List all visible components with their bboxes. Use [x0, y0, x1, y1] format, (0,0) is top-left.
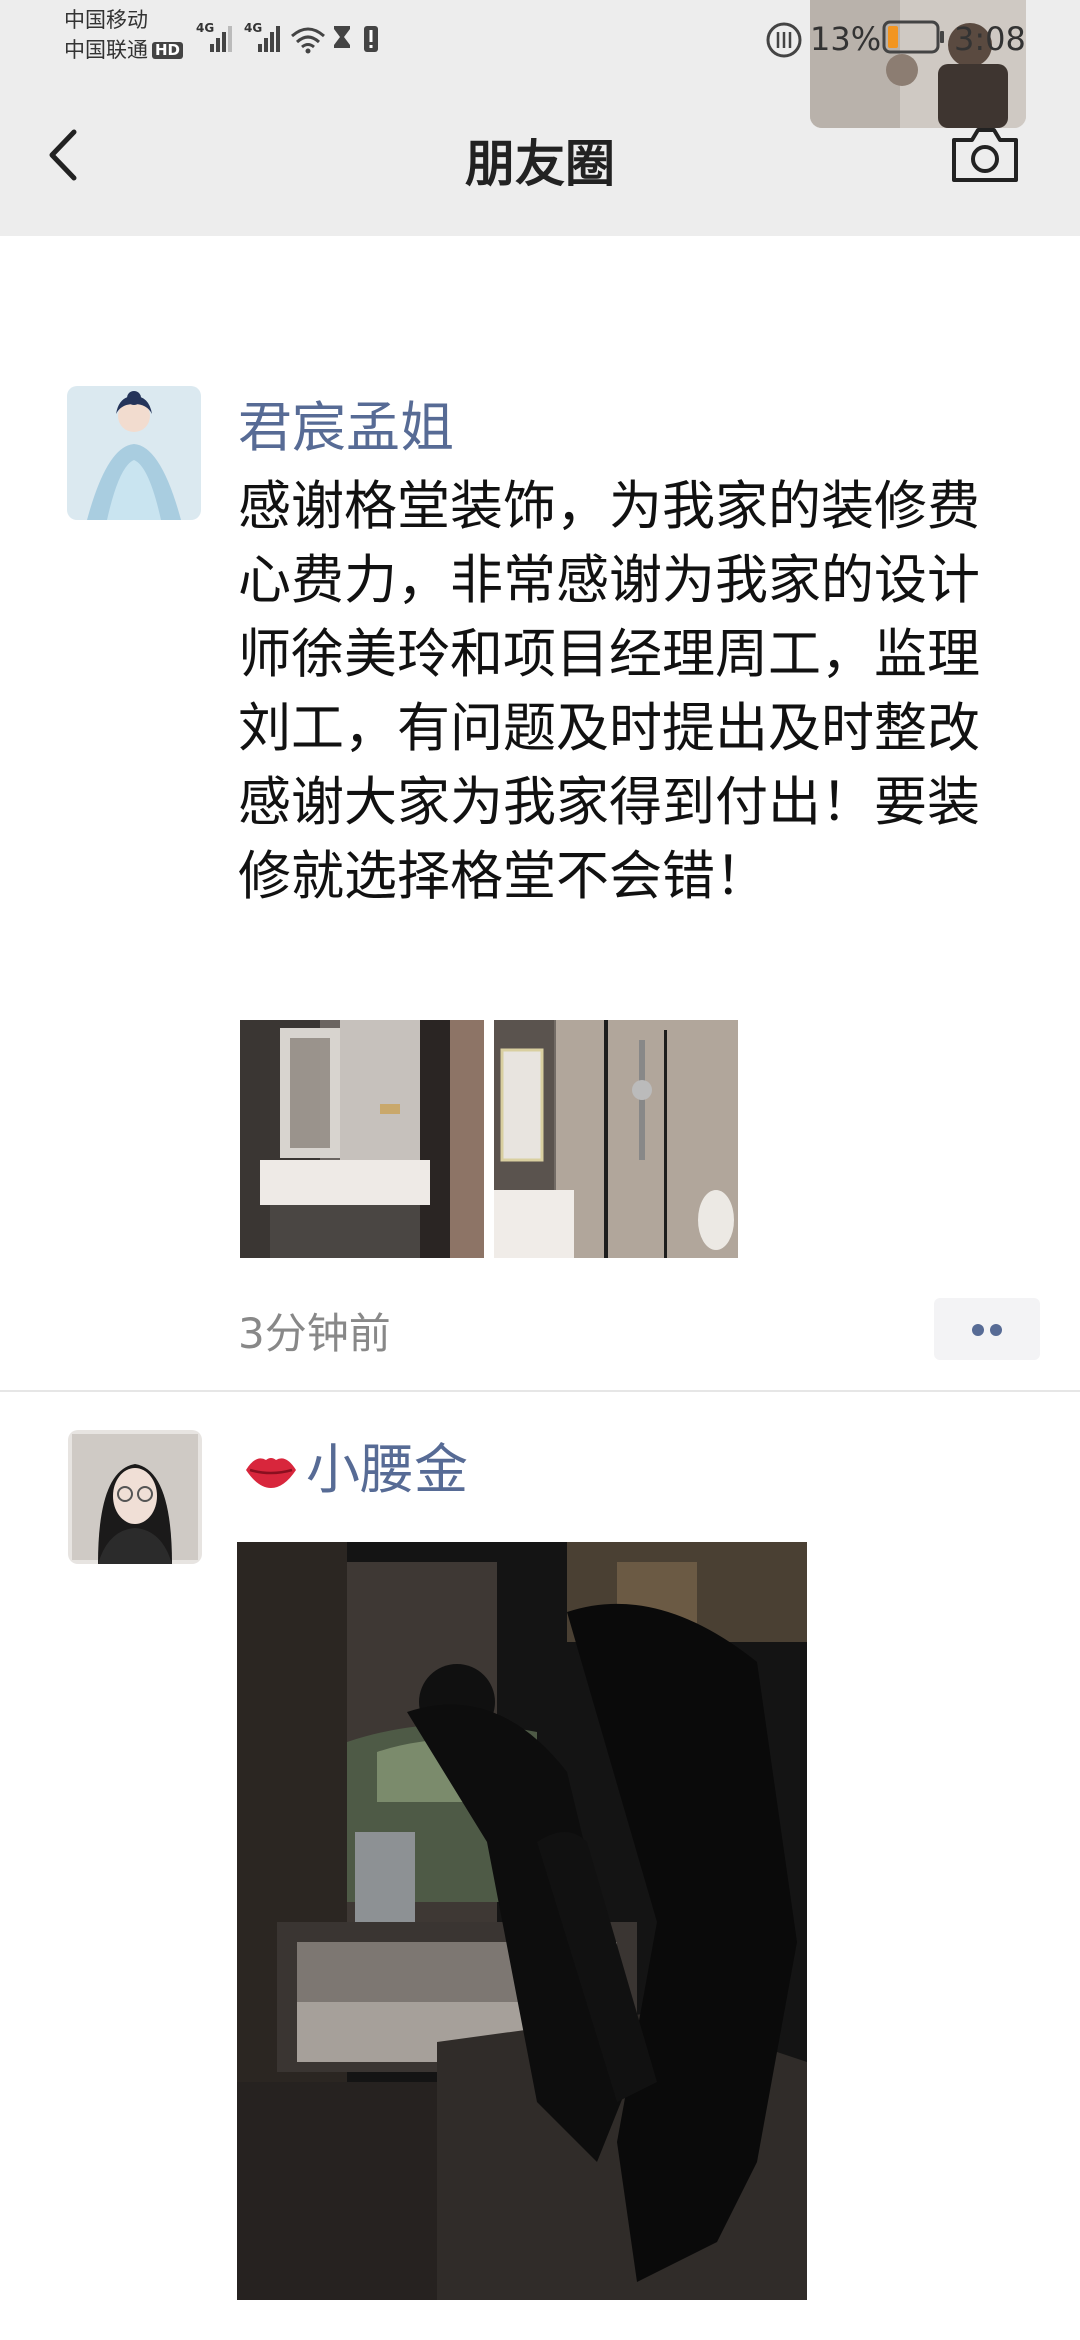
carrier-name-2: 中国联通 HD [64, 38, 184, 62]
lips-icon [246, 1458, 296, 1488]
dot-icon [972, 1324, 984, 1336]
avatar-post-2[interactable] [68, 1430, 202, 1564]
camera-icon [952, 128, 1018, 182]
post-1-text: 感谢格堂装饰，为我家的装修费心费力，非常感谢为我家的设计师徐美玲和项目经理周工，… [238, 476, 980, 907]
battery-icon [882, 20, 944, 54]
signal-wifi-icons: 4G 4G [196, 21, 378, 54]
wifi-icon [291, 27, 325, 49]
dot-icon [990, 1324, 1002, 1336]
network-label-2: 4G [244, 21, 262, 35]
top-bar: 中国移动 中国联通 HD 4G 4G 13% 3:08 朋友圈 [0, 0, 1080, 236]
post-1-time: 3分钟前 [238, 1309, 391, 1358]
post-2-video[interactable] [237, 1542, 807, 2300]
hd-badge: HD [152, 42, 184, 59]
video-frame [237, 1542, 807, 2300]
shower-room-photo [494, 1020, 738, 1258]
status-time: 3:08 [954, 20, 1026, 58]
data-saver-icon [766, 22, 802, 58]
network-label-1: 4G [196, 21, 214, 35]
bathroom-vanity-photo [240, 1020, 484, 1258]
avatar-image [67, 386, 201, 520]
avatar-post-1[interactable] [67, 386, 201, 520]
page-title: 朋友圈 [465, 135, 615, 193]
post-1-image-2[interactable] [494, 1020, 738, 1258]
carrier-name-2-label: 中国联通 [64, 38, 148, 62]
post-1-more-button[interactable] [934, 1298, 1040, 1360]
camera-button[interactable] [948, 124, 1022, 188]
alert-icon [364, 26, 378, 52]
post-1-nickname[interactable]: 君宸孟姐 [238, 396, 454, 461]
avatar-image [68, 1430, 202, 1564]
battery-percent: 13% [810, 20, 882, 58]
post-divider [0, 1390, 1080, 1392]
post-2-nickname[interactable]: 小腰金 [306, 1438, 468, 1503]
hourglass-icon [334, 26, 350, 48]
post-1-image-1[interactable] [240, 1020, 484, 1258]
carrier-name-1: 中国移动 [64, 8, 148, 32]
